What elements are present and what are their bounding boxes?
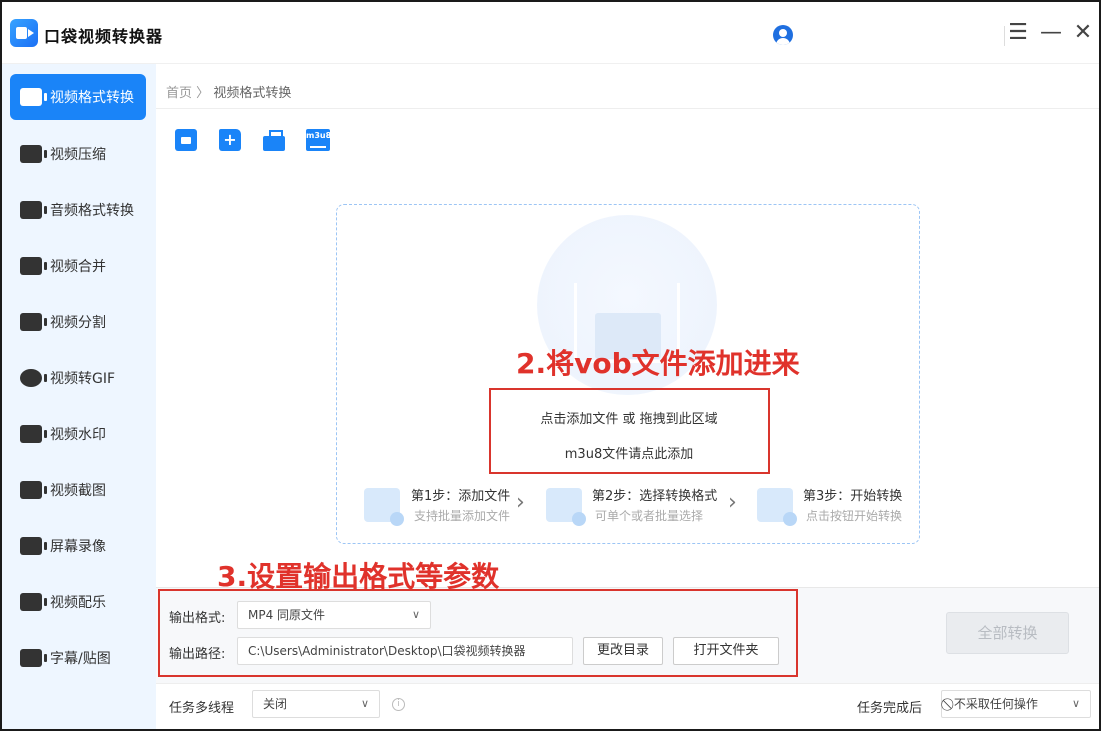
screenshot-icon — [20, 481, 47, 499]
step2-icon — [546, 488, 586, 526]
breadcrumb-home[interactable]: 首页 — [166, 86, 192, 101]
sidebar-item-audio-convert[interactable]: 音频格式转换 — [10, 187, 146, 233]
m3u8-icon[interactable]: m3u8 — [306, 129, 331, 151]
chevron-right-icon: › — [516, 490, 525, 515]
sidebar-item-video-music[interactable]: 视频配乐 — [10, 579, 146, 625]
sidebar: 视频格式转换 视频压缩 音频格式转换 视频合并 视频分割 视频转GIF 视频水印… — [2, 64, 156, 729]
info-icon[interactable]: i — [392, 698, 405, 711]
video-convert-icon — [20, 88, 47, 106]
annotation-step2: 2.将vob文件添加进来 — [516, 347, 800, 380]
multithread-value: 关闭 — [263, 697, 288, 711]
sidebar-item-label: 视频转GIF — [50, 371, 116, 387]
dropzone-m3u8-text[interactable]: m3u8文件请点此添加 — [490, 443, 768, 462]
annotation-box-output — [158, 589, 798, 677]
multithread-label: 任务多线程 — [169, 701, 235, 716]
sidebar-item-video-merge[interactable]: 视频合并 — [10, 243, 146, 289]
step3-icon — [757, 488, 797, 526]
multithread-select[interactable]: 关闭 ∨ — [252, 690, 380, 718]
step3-title: 第3步：开始转换 — [803, 489, 903, 504]
after-done-label: 任务完成后 — [857, 701, 923, 716]
close-icon[interactable]: ✕ — [1070, 18, 1096, 48]
chevron-right-icon: › — [728, 490, 737, 515]
compress-icon — [20, 145, 47, 163]
merge-icon — [20, 257, 47, 275]
sidebar-item-video-compress[interactable]: 视频压缩 — [10, 131, 146, 177]
user-avatar-icon[interactable] — [773, 25, 793, 45]
sidebar-item-label: 视频合并 — [50, 259, 106, 275]
step2-subtitle: 可单个或者批量选择 — [595, 509, 704, 523]
clear-list-icon[interactable] — [263, 129, 285, 151]
audio-convert-icon — [20, 201, 47, 219]
sidebar-item-label: 视频配乐 — [50, 595, 106, 611]
add-folder-icon[interactable] — [219, 129, 241, 151]
title-bar: 口袋视频转换器 ☰ — ✕ — [2, 2, 1099, 64]
breadcrumb-current: 视频格式转换 — [213, 86, 292, 101]
sidebar-item-subtitle[interactable]: 字幕/贴图 — [10, 635, 146, 681]
sidebar-item-video-screenshot[interactable]: 视频截图 — [10, 467, 146, 513]
watermark-icon — [20, 425, 47, 443]
sidebar-item-label: 视频压缩 — [50, 147, 106, 163]
sidebar-item-label: 字幕/贴图 — [50, 651, 111, 667]
sidebar-item-video-watermark[interactable]: 视频水印 — [10, 411, 146, 457]
step3-subtitle: 点击按钮开始转换 — [806, 509, 903, 523]
step1-subtitle: 支持批量添加文件 — [414, 509, 511, 523]
gif-icon — [20, 369, 47, 387]
divider — [156, 108, 1099, 109]
sidebar-item-label: 音频格式转换 — [50, 203, 134, 219]
split-icon — [20, 313, 47, 331]
sidebar-item-screen-record[interactable]: 屏幕录像 — [10, 523, 146, 569]
step1-icon — [364, 488, 404, 526]
music-icon — [20, 593, 47, 611]
sidebar-item-label: 视频格式转换 — [50, 90, 134, 106]
step1-title: 第1步：添加文件 — [411, 489, 511, 504]
sidebar-item-label: 视频分割 — [50, 315, 106, 331]
screen-record-icon — [20, 537, 47, 555]
sidebar-item-video-gif[interactable]: 视频转GIF — [10, 355, 146, 401]
dropzone-add-text[interactable]: 点击添加文件 或 拖拽到此区域 — [490, 408, 768, 427]
breadcrumb: 首页 〉 视频格式转换 — [166, 82, 291, 101]
hamburger-icon[interactable]: ☰ — [1005, 18, 1031, 48]
app-title: 口袋视频转换器 — [44, 27, 164, 46]
convert-all-button[interactable]: 全部转换 — [946, 612, 1069, 654]
chevron-down-icon: ∨ — [1071, 697, 1080, 710]
after-done-select[interactable]: ⃠ 不采取任何操作 ∨ — [941, 690, 1091, 718]
breadcrumb-separator: 〉 — [196, 86, 210, 101]
step2-title: 第2步：选择转换格式 — [592, 489, 718, 504]
app-logo-icon — [10, 19, 38, 47]
add-file-icon[interactable] — [175, 129, 197, 151]
after-done-value: 不采取任何操作 — [953, 697, 1038, 711]
subtitle-icon — [20, 649, 47, 667]
sidebar-item-label: 视频水印 — [50, 427, 106, 443]
minimize-icon[interactable]: — — [1038, 18, 1064, 48]
sidebar-item-video-convert[interactable]: 视频格式转换 — [10, 74, 146, 120]
sidebar-item-label: 视频截图 — [50, 483, 106, 499]
chevron-down-icon: ∨ — [360, 697, 369, 710]
sidebar-item-video-split[interactable]: 视频分割 — [10, 299, 146, 345]
sidebar-item-label: 屏幕录像 — [50, 539, 106, 555]
